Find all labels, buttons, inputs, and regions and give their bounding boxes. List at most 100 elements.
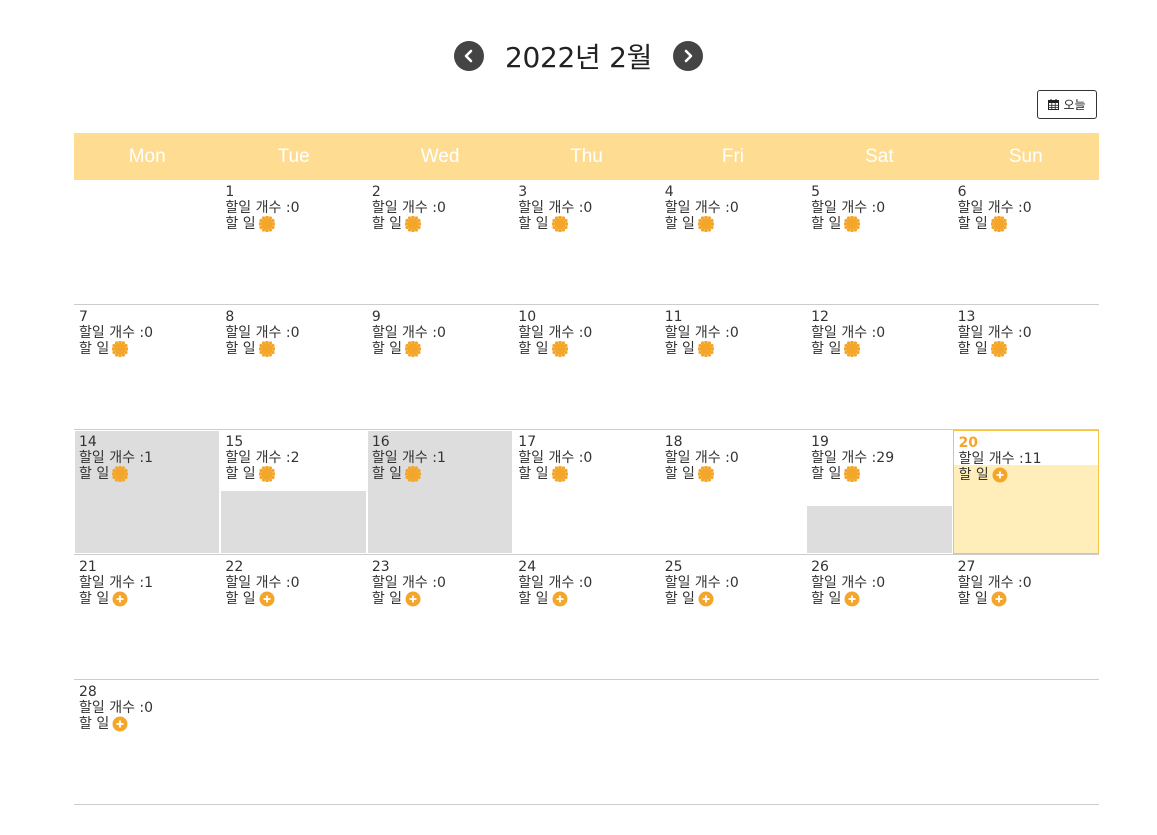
todo-count-label: 할일 개수 : (958, 451, 1024, 467)
todo-count-label: 할일 개수 : (811, 200, 877, 216)
day-cell[interactable]: 15 할일 개수 :2 할 일 (220, 430, 366, 554)
day-number: 22 (225, 559, 244, 575)
sun-icon[interactable] (551, 341, 568, 357)
day-cell[interactable]: 13 할일 개수 :0 할 일 (953, 305, 1099, 429)
day-number: 1 (225, 184, 235, 200)
day-cell[interactable]: 26 할일 개수 :0 할 일 (806, 555, 952, 679)
sun-icon[interactable] (844, 216, 861, 232)
todo-label: 할 일 (225, 341, 256, 357)
day-cell[interactable]: 17 할일 개수 :0 할 일 (513, 430, 659, 554)
day-cell[interactable]: 19 할일 개수 :29 할 일 (806, 430, 952, 554)
todo-count-value: 0 (876, 325, 886, 341)
day-cell[interactable]: 8 할일 개수 :0 할 일 (220, 305, 366, 429)
sun-icon[interactable] (990, 341, 1007, 357)
todo-count-label: 할일 개수 : (518, 450, 584, 466)
todo-count-label: 할일 개수 : (371, 450, 437, 466)
sun-icon[interactable] (112, 466, 129, 482)
day-cell[interactable]: 28 할일 개수 :0 할 일 (74, 680, 220, 804)
add-todo-plus-icon[interactable] (992, 467, 1008, 483)
add-todo-plus-icon[interactable] (552, 591, 568, 607)
todo-count: 할일 개수 :0 (665, 200, 806, 216)
todo-count: 할일 개수 :0 (665, 450, 806, 466)
todo-count: 할일 개수 :0 (958, 325, 1099, 341)
todo-count: 할일 개수 :0 (518, 200, 659, 216)
day-cell[interactable]: 24 할일 개수 :0 할 일 (513, 555, 659, 679)
add-todo-plus-icon[interactable] (991, 591, 1007, 607)
weekday-header: Mon Tue Wed Thu Fri Sat Sun (74, 133, 1099, 180)
todo-line: 할 일 (811, 591, 952, 607)
day-cell[interactable]: 27 할일 개수 :0 할 일 (953, 555, 1099, 679)
sun-icon[interactable] (258, 466, 275, 482)
day-cell[interactable]: 10 할일 개수 :0 할 일 (513, 305, 659, 429)
todo-line: 할 일 (372, 216, 513, 232)
sun-icon[interactable] (405, 466, 422, 482)
day-cell[interactable]: 5 할일 개수 :0 할 일 (806, 180, 952, 304)
day-cell[interactable]: 16 할일 개수 :1 할 일 (367, 430, 513, 554)
todo-count-value: 1 (144, 575, 154, 591)
today-button[interactable]: 오늘 (1037, 90, 1097, 119)
todo-label: 할 일 (225, 216, 256, 232)
month-navigation: 2022년 2월 (0, 36, 1157, 76)
todo-line: 할 일 (79, 716, 220, 732)
day-cell[interactable]: 22 할일 개수 :0 할 일 (220, 555, 366, 679)
day-cell[interactable]: 6 할일 개수 :0 할 일 (953, 180, 1099, 304)
prev-month-button[interactable] (453, 41, 484, 71)
todo-label: 할 일 (518, 216, 549, 232)
todo-line: 할 일 (518, 466, 659, 482)
todo-count: 할일 개수 :11 (959, 451, 1098, 467)
day-cell[interactable]: 11 할일 개수 :0 할 일 (660, 305, 806, 429)
add-todo-plus-icon[interactable] (405, 591, 421, 607)
next-month-button[interactable] (673, 41, 704, 71)
day-cell[interactable]: 9 할일 개수 :0 할 일 (367, 305, 513, 429)
day-cell[interactable]: 21 할일 개수 :1 할 일 (74, 555, 220, 679)
today-day-cell[interactable]: 20 할일 개수 :11 할 일 (952, 430, 1099, 554)
todo-count-value: 0 (583, 325, 593, 341)
todo-label: 할 일 (811, 341, 842, 357)
sun-icon[interactable] (697, 341, 714, 357)
day-cell[interactable]: 23 할일 개수 :0 할 일 (367, 555, 513, 679)
weekday-thu: Thu (570, 145, 603, 167)
sun-icon[interactable] (697, 466, 714, 482)
sun-icon[interactable] (258, 216, 275, 232)
todo-label: 할 일 (811, 466, 842, 482)
add-todo-plus-icon[interactable] (698, 591, 714, 607)
sun-icon[interactable] (990, 216, 1007, 232)
sun-icon[interactable] (112, 341, 129, 357)
sun-icon[interactable] (551, 466, 568, 482)
todo-line: 할 일 (372, 341, 513, 357)
day-cell[interactable]: 18 할일 개수 :0 할 일 (660, 430, 806, 554)
day-cell[interactable]: 3 할일 개수 :0 할 일 (513, 180, 659, 304)
sun-icon[interactable] (697, 216, 714, 232)
day-cell[interactable]: 12 할일 개수 :0 할 일 (806, 305, 952, 429)
day-cell[interactable]: 4 할일 개수 :0 할 일 (660, 180, 806, 304)
sun-icon[interactable] (844, 466, 861, 482)
add-todo-plus-icon[interactable] (259, 591, 275, 607)
day-cell[interactable]: 1 할일 개수 :0 할 일 (220, 180, 366, 304)
day-cell[interactable]: 25 할일 개수 :0 할 일 (660, 555, 806, 679)
todo-count-label: 할일 개수 : (371, 325, 437, 341)
empty-day-cell (220, 680, 366, 804)
day-number: 25 (664, 559, 683, 575)
todo-count: 할일 개수 :0 (79, 700, 220, 716)
day-cell[interactable]: 2 할일 개수 :0 할 일 (367, 180, 513, 304)
day-cell[interactable]: 7 할일 개수 :0 할 일 (74, 305, 220, 429)
todo-label: 할 일 (811, 216, 842, 232)
add-todo-plus-icon[interactable] (112, 591, 128, 607)
sun-icon[interactable] (844, 341, 861, 357)
empty-day-cell (74, 180, 220, 304)
todo-count-value: 0 (290, 325, 300, 341)
sun-icon[interactable] (405, 216, 422, 232)
add-todo-plus-icon[interactable] (112, 716, 128, 732)
day-number: 24 (518, 559, 537, 575)
add-todo-plus-icon[interactable] (844, 591, 860, 607)
sun-icon[interactable] (551, 216, 568, 232)
todo-count-value: 0 (144, 700, 154, 716)
todo-line: 할 일 (665, 216, 806, 232)
todo-line: 할 일 (958, 591, 1099, 607)
day-cell[interactable]: 14 할일 개수 :1 할 일 (74, 430, 220, 554)
sun-icon[interactable] (258, 341, 275, 357)
todo-label: 할 일 (371, 216, 403, 232)
sun-icon[interactable] (405, 341, 422, 357)
todo-count-label: 할일 개수 : (225, 575, 291, 591)
day-number: 17 (518, 434, 537, 450)
